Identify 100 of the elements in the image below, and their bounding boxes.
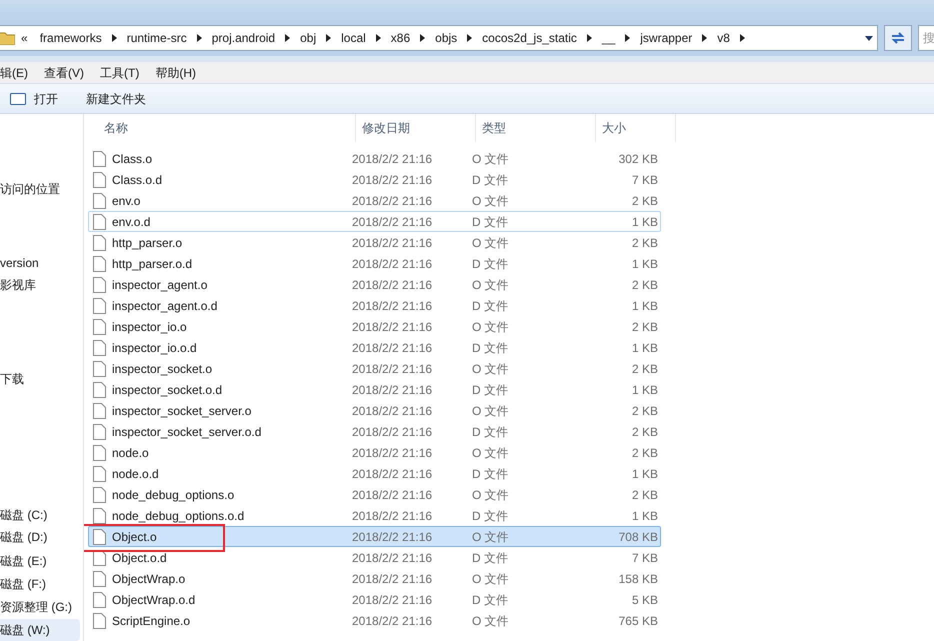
table-cell-text: 2 KB (630, 424, 658, 440)
file-name: node.o.d (112, 466, 160, 482)
table-cell-text: D 文件 (472, 214, 509, 230)
table-cell-text: 2 KB (630, 276, 658, 294)
table-cell-text: O 文件 (472, 192, 510, 210)
menu-item[interactable]: 工具(T) (100, 64, 140, 82)
table-cell-text: D 文件 (472, 172, 509, 188)
table-cell-text: O 文件 (472, 612, 510, 630)
breadcrumb[interactable]: objs (435, 29, 458, 47)
table-cell-text: O 文件 (472, 528, 510, 546)
table-cell-text: 2 KB (630, 486, 658, 504)
toolbar-button[interactable]: 新建文件夹 (86, 90, 146, 108)
sidebar-item[interactable]: 磁盘 (W:) (0, 619, 80, 641)
breadcrumb[interactable]: local (341, 29, 366, 47)
sidebar-item[interactable]: 资源整理 (G:) (0, 596, 83, 618)
toolbar-button[interactable]: 打开 (34, 90, 58, 108)
breadcrumb[interactable]: v8 (717, 29, 730, 47)
sidebar-item[interactable]: 磁盘 (F:) (0, 573, 83, 595)
table-cell-text: 765 KB (618, 612, 658, 630)
table-cell-text: 2018/2/2 21:16 (352, 318, 434, 336)
column-header[interactable]: 修改日期 (356, 114, 476, 142)
address-bar[interactable]: « frameworks runtime-src proj.android obj local x86 objs cocos2d_js_static __ jswrapper v8 (0, 25, 878, 51)
file-name: Object.o (112, 528, 158, 546)
file-name: ObjectWrap.o.d (112, 592, 196, 608)
breadcrumb[interactable]: __ (602, 29, 616, 47)
table-cell-text: D 文件 (472, 592, 509, 608)
table-cell-text: 1 KB (630, 382, 658, 398)
table-cell-text: 7 KB (630, 172, 658, 188)
breadcrumb[interactable]: cocos2d_js_static (482, 29, 577, 47)
table-cell-text: 1 KB (630, 466, 658, 482)
breadcrumb[interactable]: runtime-src (126, 29, 187, 47)
table-cell-text: 2018/2/2 21:16 (352, 276, 434, 294)
sidebar-item[interactable]: 访问的位置 (0, 178, 83, 200)
table-cell-text: O 文件 (472, 444, 510, 462)
file-row[interactable]: env.o.d 2018/2/2 21:16 D 文件 1 KB (88, 211, 661, 232)
table-cell-text: 1 KB (630, 214, 658, 230)
table-cell-text: O 文件 (472, 570, 510, 588)
table-cell-text: 2018/2/2 21:16 (352, 256, 434, 272)
table-cell-text: D 文件 (472, 256, 509, 272)
table-cell-text: 2018/2/2 21:16 (352, 172, 434, 188)
table-cell-text: 2018/2/2 21:16 (352, 382, 434, 398)
menu-item[interactable]: 帮助(H) (155, 64, 196, 82)
table-cell-text: 2018/2/2 21:16 (352, 444, 434, 462)
breadcrumb[interactable]: frameworks (40, 29, 102, 47)
file-name: node.o (112, 444, 150, 462)
table-cell-text: 302 KB (618, 150, 658, 168)
table-cell-text: 2 KB (630, 360, 658, 378)
file-name: inspector_io.o (112, 318, 188, 336)
table-cell-text: O 文件 (472, 234, 510, 252)
table-cell-text: O 文件 (472, 318, 510, 336)
file-name: node_debug_options.o (112, 486, 236, 504)
table-cell-text: 2018/2/2 21:16 (352, 612, 434, 630)
table-cell-text: O 文件 (472, 150, 510, 168)
breadcrumb[interactable]: proj.android (212, 29, 276, 47)
table-cell-text: O 文件 (472, 360, 510, 378)
file-name: inspector_socket_server.o (112, 402, 252, 420)
table-cell-text: 2018/2/2 21:16 (352, 486, 434, 504)
file-row[interactable]: Object.o 2018/2/2 21:16 O 文件 708 KB (88, 526, 661, 547)
file-name: ScriptEngine.o (112, 612, 192, 630)
table-cell-text: 2018/2/2 21:16 (352, 192, 434, 210)
column-header[interactable]: 大小 (596, 114, 676, 142)
column-header[interactable]: 类型 (476, 114, 596, 142)
sidebar-item[interactable]: version (0, 252, 83, 274)
file-name: inspector_socket.o.d (112, 382, 224, 398)
table-cell-text: 2018/2/2 21:16 (352, 402, 434, 420)
table-cell-text: D 文件 (472, 466, 509, 482)
table-cell-text: D 文件 (472, 298, 509, 314)
table-cell-text: D 文件 (472, 550, 509, 566)
column-header[interactable]: 名称 (98, 114, 356, 142)
breadcrumb[interactable]: x86 (390, 29, 410, 47)
table-cell-text: 1 KB (630, 508, 658, 524)
file-name: ObjectWrap.o (112, 570, 186, 588)
table-cell-text: 2018/2/2 21:16 (352, 592, 434, 608)
menu-item[interactable]: 辑(E) (0, 64, 28, 82)
sidebar-item[interactable]: 下载 (0, 368, 83, 390)
table-cell-text: 1 KB (630, 256, 658, 272)
table-cell-text: 2018/2/2 21:16 (352, 528, 434, 546)
file-name: inspector_agent.o.d (112, 298, 218, 314)
table-cell-text: 5 KB (630, 592, 658, 608)
file-name: Class.o.d (112, 172, 164, 188)
table-cell-text: 2 KB (630, 318, 658, 336)
sidebar-item[interactable]: 磁盘 (D:) (0, 526, 83, 548)
sidebar-item[interactable]: 磁盘 (C:) (0, 504, 83, 526)
table-cell-text: 2 KB (630, 402, 658, 420)
breadcrumb[interactable]: obj (300, 29, 316, 47)
breadcrumb[interactable]: jswrapper (640, 29, 692, 47)
table-cell-text: O 文件 (472, 276, 510, 294)
table-cell-text: 2 KB (630, 192, 658, 210)
sidebar-item[interactable]: 磁盘 (E:) (0, 550, 83, 572)
table-cell-text: 2018/2/2 21:16 (352, 550, 434, 566)
table-cell-text: 7 KB (630, 550, 658, 566)
file-name: http_parser.o (112, 234, 184, 252)
table-cell-text: 708 KB (618, 528, 658, 546)
table-cell-text: O 文件 (472, 402, 510, 420)
sidebar-item[interactable]: 影视库 (0, 274, 83, 296)
file-name: inspector_socket_server.o.d (112, 424, 262, 440)
menu-item[interactable]: 查看(V) (44, 64, 84, 82)
table-cell-text: 2018/2/2 21:16 (352, 424, 434, 440)
table-cell-text: 2018/2/2 21:16 (352, 466, 434, 482)
overflow-chevron[interactable]: « (21, 29, 28, 47)
